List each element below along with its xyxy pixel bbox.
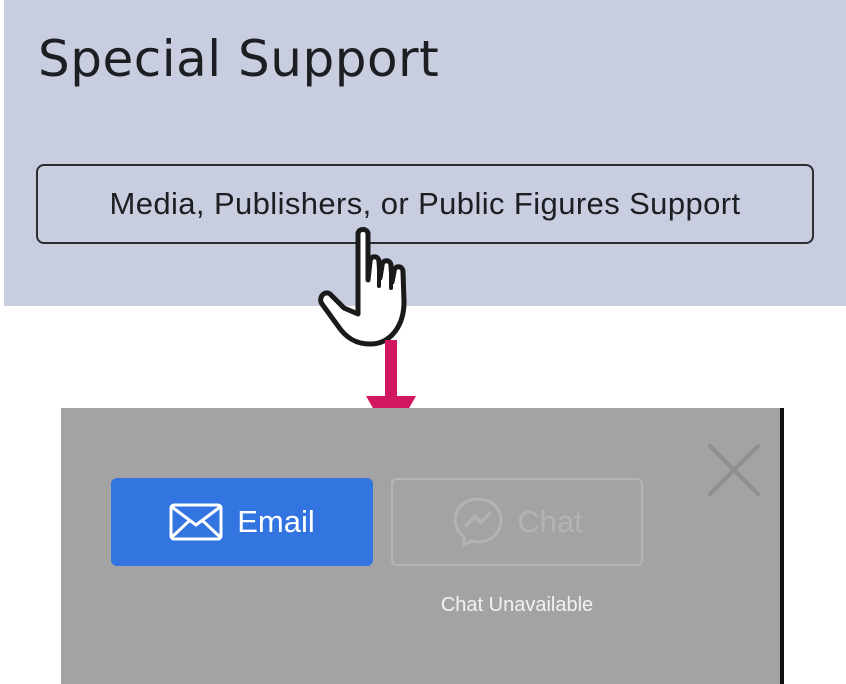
- email-button[interactable]: Email: [111, 478, 373, 566]
- chat-button[interactable]: Chat: [391, 478, 643, 566]
- envelope-icon: [169, 503, 223, 541]
- hand-pointer-icon: [318, 227, 407, 347]
- close-icon[interactable]: [706, 442, 762, 498]
- modal-border: [780, 408, 784, 684]
- section-title: Special Support: [38, 30, 440, 88]
- messenger-icon: [453, 497, 503, 547]
- chat-label: Chat: [517, 504, 583, 539]
- chat-status-text: Chat Unavailable: [440, 594, 594, 616]
- email-label: Email: [237, 504, 315, 539]
